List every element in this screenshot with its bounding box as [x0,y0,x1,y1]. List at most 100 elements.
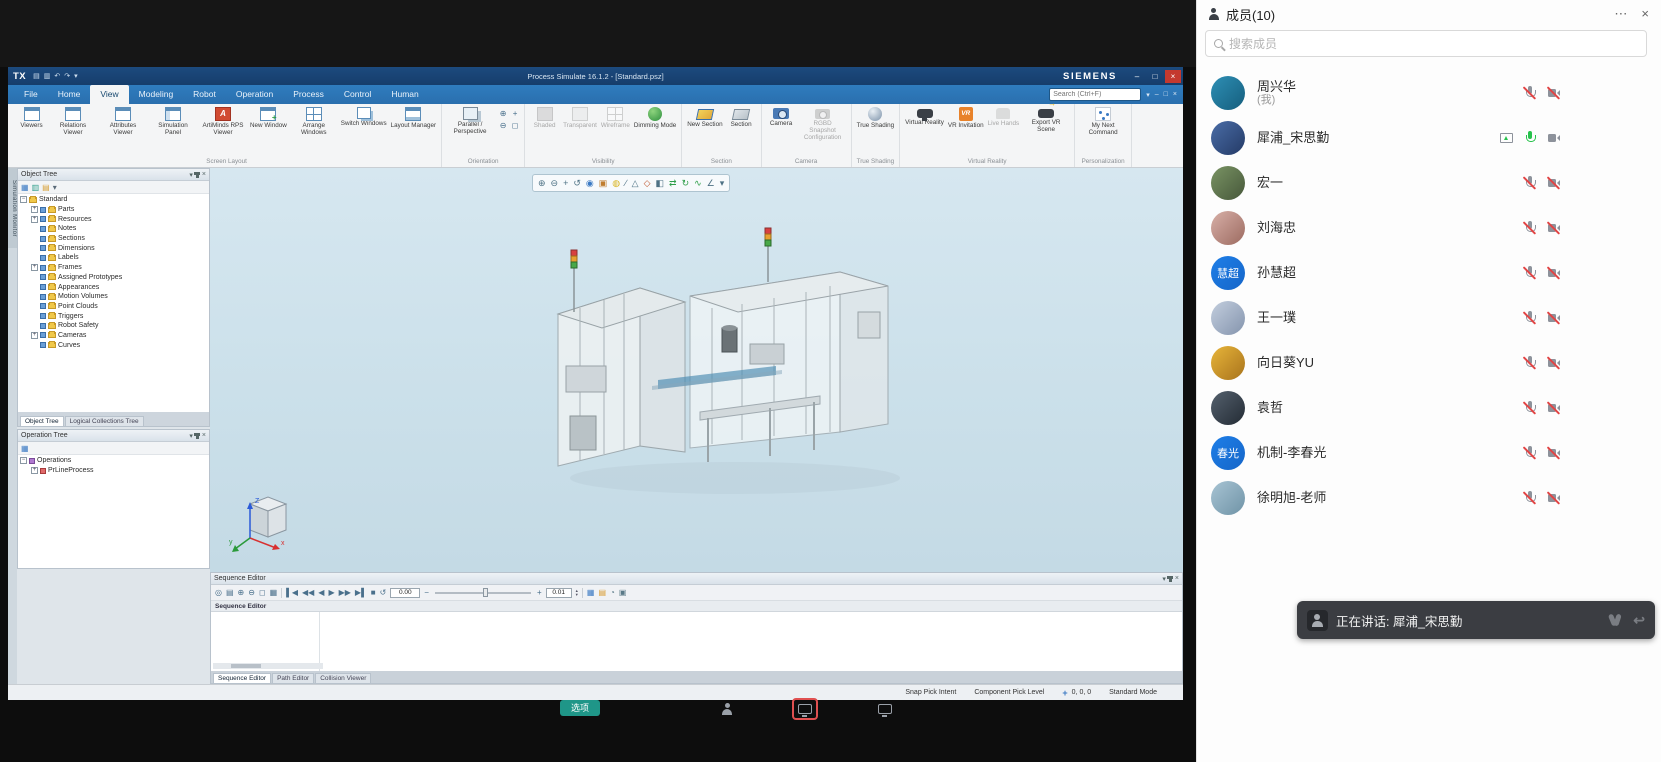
ribbon-shaded[interactable]: Shaded [528,105,561,131]
ribbon-artiminds-rps-viewer[interactable]: ArtiMinds RPS Viewer [198,105,248,138]
sequence-editor-grid[interactable] [211,612,1182,671]
mic-off-icon[interactable] [1522,175,1537,190]
more-icon[interactable]: ⋯ [1614,6,1627,22]
lock-icon[interactable]: ▣ [619,589,627,597]
tree-row[interactable]: +Cameras [18,331,209,341]
tree-filter-icon[interactable]: ▥ [32,183,40,192]
fast-forward-button[interactable]: ▶▶ [339,589,351,597]
globe-icon[interactable]: ◉ [586,179,594,188]
member-row[interactable]: 刘海忠 [1197,205,1661,250]
close-panel-icon[interactable]: × [1641,6,1649,22]
simulation-time-field[interactable] [390,588,420,598]
mic-off-icon[interactable] [1522,310,1537,325]
tree-row[interactable]: Point Clouds [18,302,209,312]
member-row[interactable]: 宏一 [1197,160,1661,205]
expand-icon[interactable]: + [31,332,38,339]
play-button[interactable]: ▶ [328,589,334,597]
mic-off-icon[interactable] [1522,220,1537,235]
document-restore-button[interactable]: □ [1164,91,1168,98]
document-minimize-button[interactable]: – [1155,91,1159,98]
window-close-button[interactable]: × [1165,70,1181,83]
menu-process[interactable]: Process [283,85,334,104]
item-sequence-editor[interactable]: Sequence Editor [213,673,271,683]
customize-quick-access-icon[interactable]: ▾ [74,72,78,80]
collapse-icon[interactable]: − [20,196,27,203]
camera-off-icon[interactable] [1546,85,1561,100]
camera-off-icon[interactable] [1546,445,1561,460]
tree-row[interactable]: Triggers [18,311,209,321]
member-row[interactable]: 王一璞 [1197,295,1661,340]
ribbon-viewers[interactable]: Viewers [15,105,48,131]
menu-control[interactable]: Control [334,85,381,104]
ribbon-true-shading[interactable]: True Shading [855,105,897,131]
expand-icon[interactable]: + [31,206,38,213]
navigation-cube[interactable]: Z x y [228,490,292,556]
paint-icon[interactable]: ◧ [656,179,665,188]
spin-down-icon[interactable]: ▾ [576,593,578,597]
zoom-in-mini-icon[interactable]: ⊕ [497,109,509,121]
save-icon[interactable]: ▥ [44,72,51,80]
item-object-tree[interactable]: Object Tree [20,416,64,426]
new-document-icon[interactable]: ▤ [33,72,40,80]
member-row[interactable]: 慧超孙慧超 [1197,250,1661,295]
snapshot-icon[interactable]: ▤ [598,589,606,597]
snap-pick-intent-label[interactable]: Snap Pick Intent [905,689,956,696]
tab-simulation-monitor[interactable]: Simulation Monitor [8,168,17,248]
mic-off-icon[interactable] [1522,355,1537,370]
ribbon-section[interactable]: Section [725,105,758,130]
tree-row[interactable]: Appearances [18,282,209,292]
participants-button[interactable] [714,698,740,720]
panel-close-icon[interactable]: × [202,432,206,439]
clock-icon[interactable]: ◔ [610,589,615,597]
item-path-editor[interactable]: Path Editor [272,673,314,683]
zoom-fit-icon[interactable]: ◻ [259,589,266,597]
fast-backward-button[interactable]: ◀◀ [302,589,314,597]
menu-home[interactable]: Home [48,85,91,104]
tree-row[interactable]: +Resources [18,214,209,224]
swap-icon[interactable]: ⇄ [669,179,677,188]
menu-human[interactable]: Human [381,85,428,104]
zoom-in-time-icon[interactable]: ⊕ [238,589,245,597]
tree-row[interactable]: Dimensions [18,243,209,253]
tree-row[interactable]: Sections [18,234,209,244]
mic-off-icon[interactable] [1522,265,1537,280]
camera-on-icon[interactable] [1546,130,1561,145]
ribbon-parallel-perspective[interactable]: Parallel / Perspective [445,105,495,137]
slider-plus-icon[interactable]: + [537,589,542,597]
panel-collapse-icon[interactable]: ▾ [189,171,193,179]
ribbon-attributes-viewer[interactable]: Attributes Viewer [98,105,148,138]
search-dropdown-icon[interactable]: ▾ [1146,91,1150,99]
op-grid-icon[interactable]: ▦ [21,444,29,453]
ribbon-rgbd-snapshot-configuration[interactable]: RGBD Snapshot Configuration [798,105,848,143]
tree-row[interactable]: −Standard [18,195,209,205]
panel-collapse-icon[interactable]: ▾ [1162,575,1166,583]
timeline-zoom-slider[interactable] [435,592,531,594]
menu-robot[interactable]: Robot [183,85,226,104]
zoom-in-icon[interactable]: ⊕ [538,179,546,188]
graphic-viewport[interactable]: ⊕⊖+↺◉▣◍∕△◇◧⇄↻∿∠▾ [210,168,1183,572]
panel-close-icon[interactable]: × [1175,575,1179,582]
tree-row[interactable]: Motion Volumes [18,292,209,302]
item-collision-viewer[interactable]: Collision Viewer [315,673,371,683]
window-minimize-button[interactable]: – [1129,70,1145,83]
share-screen-button[interactable] [792,698,818,720]
camera-off-icon[interactable] [1546,400,1561,415]
mic-off-icon[interactable] [1522,85,1537,100]
grid-icon[interactable]: ▦ [270,589,278,597]
ribbon-camera[interactable]: Camera [765,105,798,129]
expand-icon[interactable]: + [31,467,38,474]
options-button[interactable]: 选项 [560,700,600,716]
ribbon-new-window[interactable]: New Window [248,105,289,131]
member-search-input[interactable] [1229,37,1638,51]
ribbon-my-next-command[interactable]: My Next Command [1078,105,1128,138]
bulb-icon[interactable]: ◍ [612,179,620,188]
stop-button[interactable]: ■ [371,589,376,597]
ribbon-dimming-mode[interactable]: Dimming Mode [632,105,678,131]
ribbon-export-vr-scene[interactable]: Export VR Scene [1021,105,1071,135]
ribbon-wireframe[interactable]: Wireframe [599,105,632,131]
step-spinner[interactable]: ▴ ▾ [576,589,578,597]
ribbon-transparent[interactable]: Transparent [561,105,599,131]
layout-icon[interactable]: ▤ [226,589,234,597]
window-view-button[interactable] [872,698,898,720]
jump-end-button[interactable]: ▶▌ [355,589,367,597]
